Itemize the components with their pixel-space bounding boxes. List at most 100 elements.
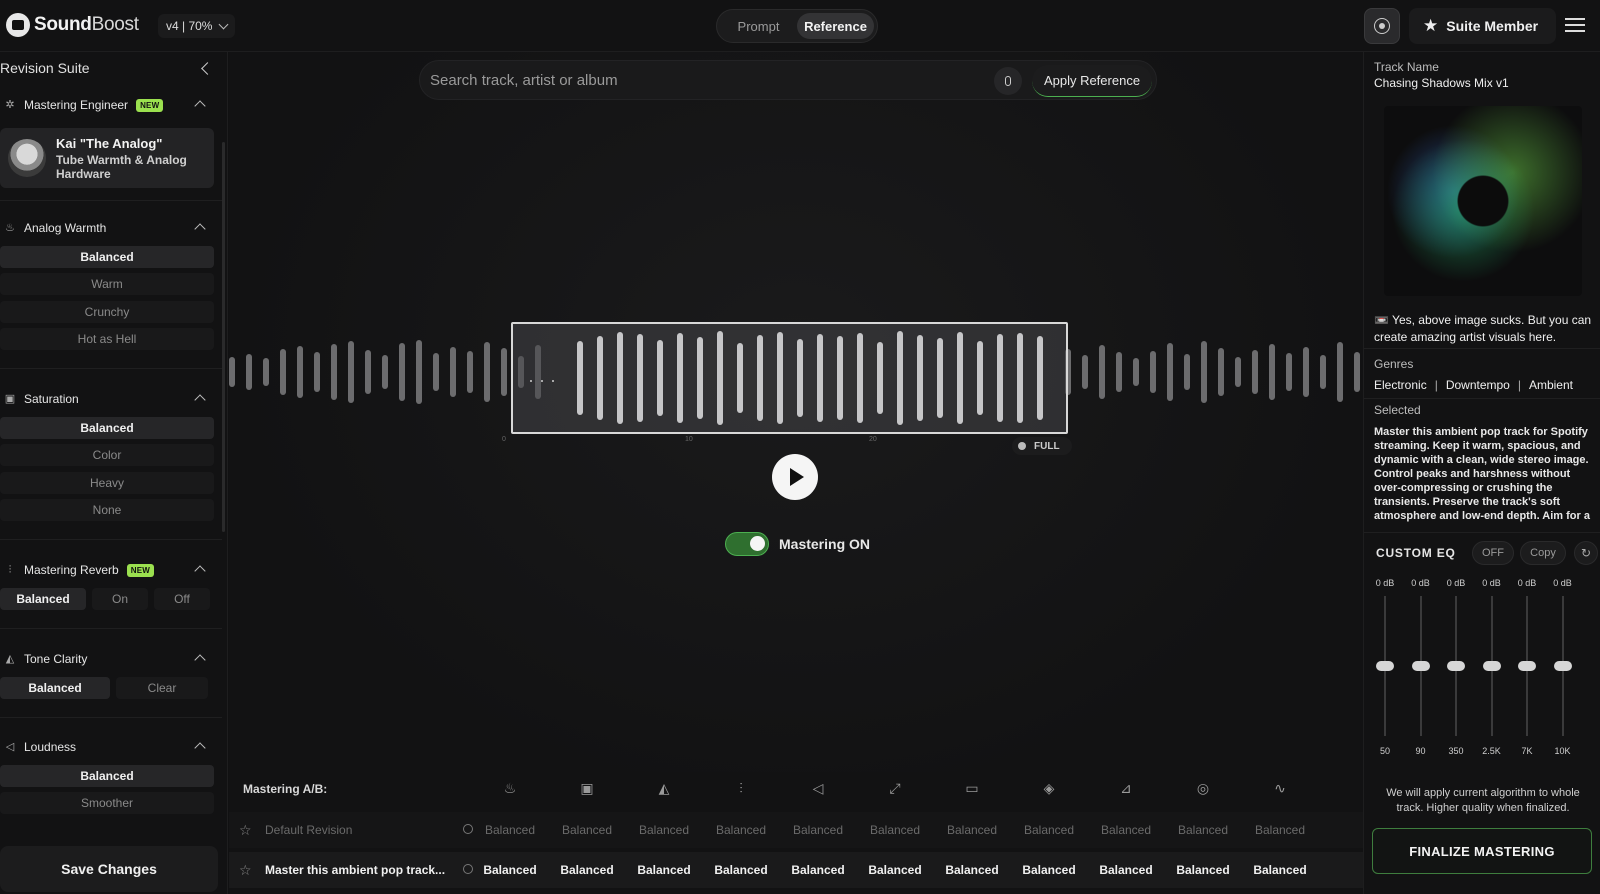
speaker-icon: ◁ xyxy=(5,741,15,753)
eq-slider-thumb[interactable] xyxy=(1482,661,1501,671)
ab-title: Mastering A/B: xyxy=(243,782,328,796)
warmth-option-crunchy[interactable]: Crunchy xyxy=(0,301,214,323)
tab-prompt[interactable]: Prompt xyxy=(720,13,797,39)
eq-gain-label: 0 dB xyxy=(1411,578,1430,588)
eq-copy-button[interactable]: Copy xyxy=(1520,541,1566,565)
revision-name: Default Revision xyxy=(265,823,353,837)
waveform-selection[interactable]: ··· xyxy=(511,322,1068,434)
left-scrollbar[interactable] xyxy=(222,142,225,532)
eq-gain-label: 0 dB xyxy=(1375,578,1395,588)
suite-member-button[interactable]: ★ Suite Member xyxy=(1409,8,1556,44)
section-analog-warmth[interactable]: ♨ Analog Warmth xyxy=(0,217,222,239)
section-mastering-engineer[interactable]: ✲ Mastering Engineer NEW xyxy=(0,94,222,116)
album-art[interactable] xyxy=(1384,106,1582,296)
loudness-option-smoother[interactable]: Smoother xyxy=(0,792,214,814)
apply-reference-button[interactable]: Apply Reference xyxy=(1032,65,1152,97)
eq-off-button[interactable]: OFF xyxy=(1472,541,1514,565)
saturation-icon[interactable]: ▣ xyxy=(579,780,595,796)
ab-cell: Balanced xyxy=(637,863,691,877)
star-icon[interactable]: ☆ xyxy=(239,862,252,879)
loudness-option-balanced[interactable]: Balanced xyxy=(0,765,214,787)
star-icon[interactable]: ☆ xyxy=(239,822,252,839)
waveform-bar xyxy=(1150,351,1156,393)
reverb-option-balanced[interactable]: Balanced xyxy=(0,588,86,610)
warmth-option-hot[interactable]: Hot as Hell xyxy=(0,328,214,350)
reset-icon[interactable]: ↻ xyxy=(1574,541,1598,565)
ab-cell: Balanced xyxy=(560,863,614,877)
clarity-option-clear[interactable]: Clear xyxy=(116,677,208,699)
selected-label: Selected xyxy=(1374,403,1421,417)
saturation-option-none[interactable]: None xyxy=(0,499,214,521)
tab-reference[interactable]: Reference xyxy=(797,13,874,39)
full-toggle[interactable]: FULL xyxy=(1012,437,1072,455)
microphone-button[interactable] xyxy=(994,67,1022,95)
eq-band: 0 dB 50 xyxy=(1370,578,1400,758)
waveform-bar xyxy=(348,341,354,403)
waveform-bar xyxy=(1320,355,1326,389)
waveform-bar xyxy=(1099,345,1105,399)
tilt-icon[interactable]: ⊿ xyxy=(1118,780,1134,796)
saturation-option-balanced[interactable]: Balanced xyxy=(0,417,214,439)
clarity-icon: ◭ xyxy=(5,653,15,665)
clarity-option-balanced[interactable]: Balanced xyxy=(0,677,110,699)
version-select[interactable]: v4 | 70% xyxy=(158,14,236,38)
section-tone-clarity[interactable]: ◭ Tone Clarity xyxy=(0,648,222,670)
star-icon: ★ xyxy=(1423,16,1439,35)
reverb-icon[interactable]: ⫶ xyxy=(733,780,749,796)
clarity-icon[interactable]: ◭ xyxy=(656,780,672,796)
search-input[interactable]: Search track, artist or album xyxy=(430,72,618,89)
warmth-option-warm[interactable]: Warm xyxy=(0,273,214,295)
balance-icon[interactable]: ◈ xyxy=(1041,780,1057,796)
ab-cell: Balanced xyxy=(484,823,536,837)
ab-cell: Balanced xyxy=(945,863,999,877)
section-saturation[interactable]: ▣ Saturation xyxy=(0,388,222,410)
ab-cell: Balanced xyxy=(1023,823,1075,837)
loudness-icon[interactable]: ◁ xyxy=(810,780,826,796)
waveform-bar xyxy=(677,333,683,423)
mastering-toggle[interactable]: Mastering ON xyxy=(725,532,870,556)
record-button[interactable] xyxy=(1364,8,1400,44)
section-loudness[interactable]: ◁ Loudness xyxy=(0,736,222,758)
collapse-panel-icon[interactable] xyxy=(201,61,214,75)
waveform-bar xyxy=(1037,336,1043,420)
eq-slider-thumb[interactable] xyxy=(1447,661,1465,671)
time-tick: 0 xyxy=(502,436,506,443)
eq-slider-thumb[interactable] xyxy=(1553,661,1572,671)
expand-icon[interactable]: ⤢ xyxy=(887,780,903,796)
eq-band: 0 dB 90 xyxy=(1406,578,1436,758)
target-icon[interactable]: ◎ xyxy=(1195,780,1211,796)
waveform-bar xyxy=(399,343,405,401)
mastering-switch[interactable] xyxy=(725,532,769,556)
stereo-icon[interactable]: ▭ xyxy=(964,780,980,796)
saturation-option-heavy[interactable]: Heavy xyxy=(0,472,214,494)
eq-slider-thumb[interactable] xyxy=(1518,661,1536,671)
microphone-icon xyxy=(1005,76,1011,86)
app-logo[interactable]: SoundBoost xyxy=(6,13,139,37)
eq-slider-thumb[interactable] xyxy=(1376,661,1394,671)
reverb-option-on[interactable]: On xyxy=(92,588,148,610)
divider xyxy=(0,539,222,540)
engineer-card[interactable]: Kai "The Analog" Tube Warmth & Analog Ha… xyxy=(0,128,214,188)
save-changes-button[interactable]: Save Changes xyxy=(0,846,218,892)
curve-icon[interactable]: ∿ xyxy=(1272,780,1288,796)
reverb-option-off[interactable]: Off xyxy=(154,588,210,610)
separator: | xyxy=(1517,378,1521,392)
warmth-option-balanced[interactable]: Balanced xyxy=(0,246,214,268)
eq-slider-thumb[interactable] xyxy=(1411,661,1430,671)
warmth-icon[interactable]: ♨ xyxy=(502,780,518,796)
version-label: v4 | 70% xyxy=(166,19,213,33)
clock-icon xyxy=(463,824,473,834)
warmth-icon: ♨ xyxy=(5,222,15,234)
eq-gain-label: 0 dB xyxy=(1482,578,1501,588)
play-button[interactable] xyxy=(772,454,818,500)
right-panel: Track Name Chasing Shadows Mix v1 📼 Yes,… xyxy=(1363,52,1600,894)
finalize-mastering-button[interactable]: FINALIZE MASTERING xyxy=(1372,828,1592,874)
section-mastering-reverb[interactable]: ⫶ Mastering Reverb NEW xyxy=(0,559,222,581)
saturation-option-color[interactable]: Color xyxy=(0,444,214,466)
hamburger-menu-icon[interactable] xyxy=(1565,18,1585,32)
eq-band: 0 dB 2.5K xyxy=(1477,578,1507,758)
waveform-bar xyxy=(957,332,963,424)
revision-name: Master this ambient pop track... xyxy=(265,863,446,877)
table-row[interactable]: ☆ Master this ambient pop track... Balan… xyxy=(229,852,1363,888)
table-row[interactable]: ☆ Default Revision Balanced Balanced Bal… xyxy=(229,812,1363,848)
